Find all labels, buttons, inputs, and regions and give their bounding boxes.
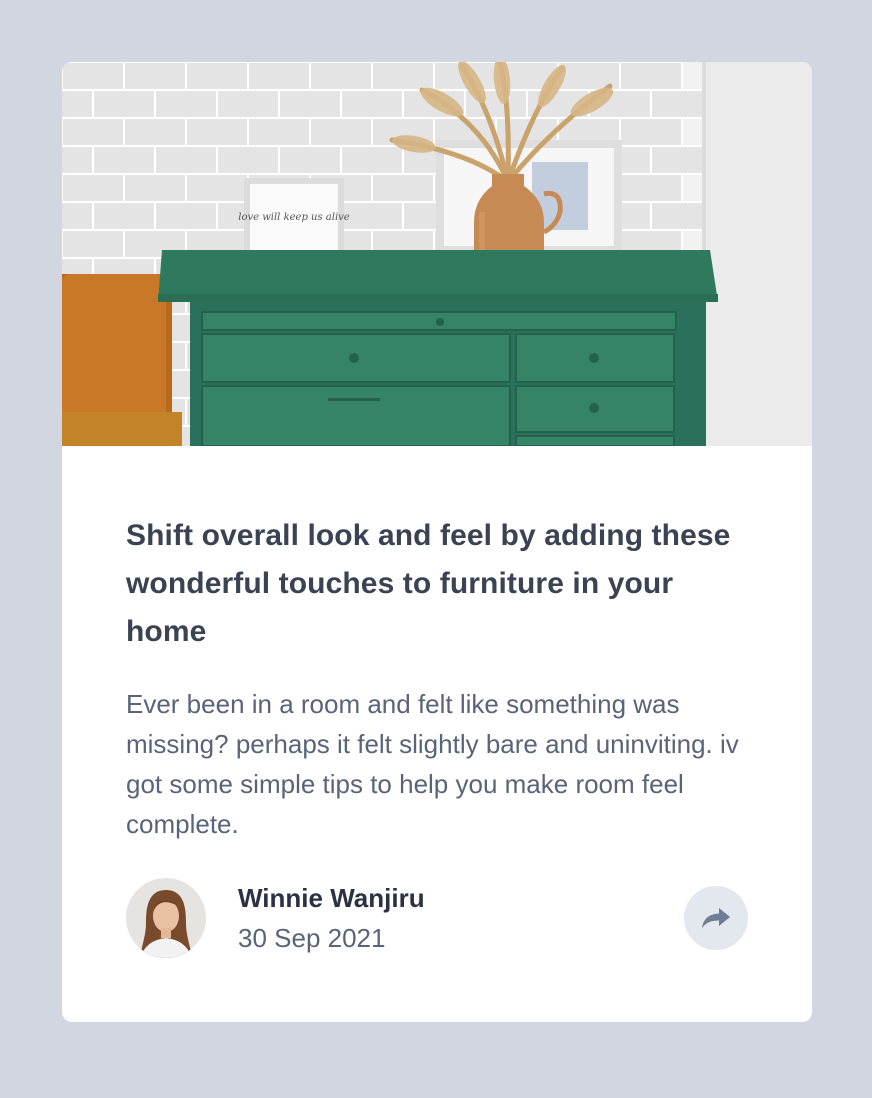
avatar bbox=[126, 878, 206, 958]
article-content: Shift overall look and feel by adding th… bbox=[126, 512, 756, 844]
author-name: Winnie Wanjiru bbox=[238, 883, 425, 913]
post-date: 30 Sep 2021 bbox=[238, 923, 386, 953]
share-icon bbox=[702, 908, 730, 928]
article-card: love will keep us alive Shift overall lo… bbox=[62, 62, 812, 1022]
article-title[interactable]: Shift overall look and feel by adding th… bbox=[126, 512, 756, 656]
article-excerpt: Ever been in a room and felt like someth… bbox=[126, 689, 739, 839]
share-button[interactable] bbox=[684, 886, 748, 950]
author-meta: Winnie Wanjiru 30 Sep 2021 bbox=[238, 878, 425, 958]
author-row: Winnie Wanjiru 30 Sep 2021 bbox=[126, 878, 748, 958]
frame-quote-text: love will keep us alive bbox=[238, 212, 350, 223]
hero-image: love will keep us alive bbox=[62, 62, 812, 446]
